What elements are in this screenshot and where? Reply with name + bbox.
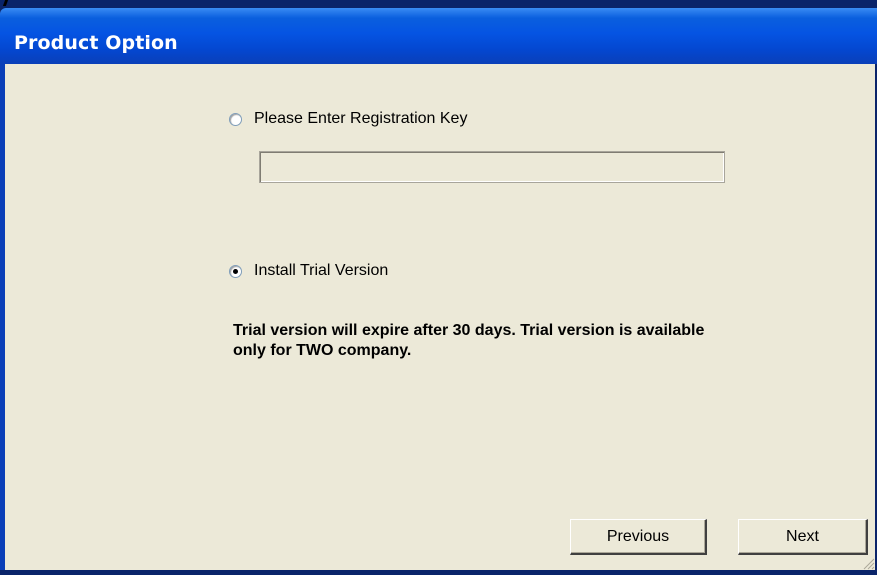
window-bottom-border <box>0 570 877 575</box>
registration-key-input[interactable] <box>259 151 725 183</box>
trial-note-line1: Trial version will expire after 30 days.… <box>233 322 705 339</box>
trial-option[interactable]: Install Trial Version <box>229 261 388 281</box>
registration-label[interactable]: Please Enter Registration Key <box>254 110 467 128</box>
dialog-window: Product Option Please Enter Registration… <box>0 0 877 575</box>
trial-label[interactable]: Install Trial Version <box>254 262 388 280</box>
window-title: Product Option <box>14 32 178 54</box>
dialog-body: Please Enter Registration Key Install Tr… <box>5 64 875 570</box>
previous-button[interactable]: Previous <box>570 519 707 555</box>
trial-note: Trial version will expire after 30 days.… <box>233 321 833 361</box>
trial-radio[interactable] <box>229 264 242 278</box>
resize-grip-icon[interactable] <box>861 556 875 570</box>
trial-note-line2: only for TWO company. <box>233 342 412 359</box>
title-bar[interactable]: Product Option <box>0 8 877 64</box>
corner-mark <box>2 0 9 6</box>
next-button[interactable]: Next <box>738 519 868 555</box>
registration-option[interactable]: Please Enter Registration Key <box>229 109 467 129</box>
registration-radio[interactable] <box>229 112 242 126</box>
